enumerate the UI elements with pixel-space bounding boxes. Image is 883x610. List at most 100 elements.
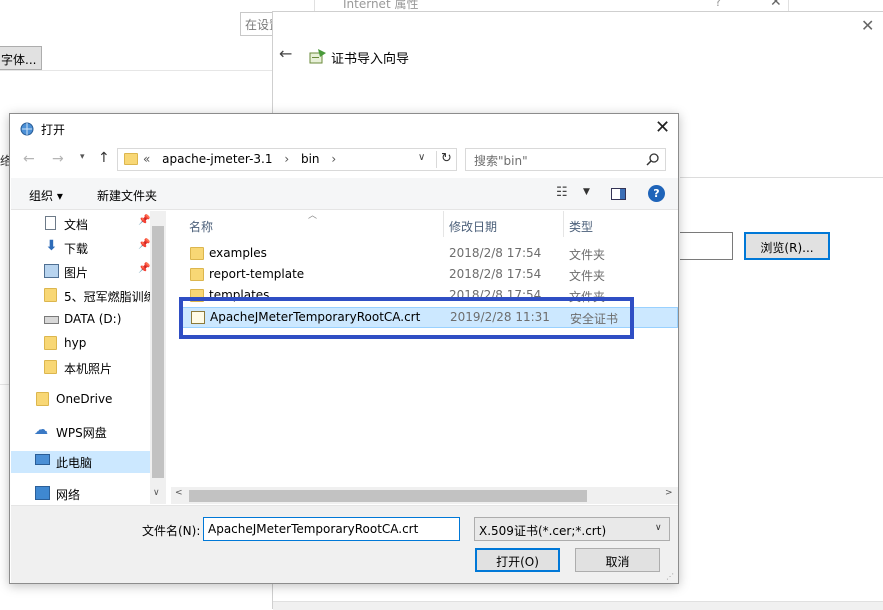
nav-item-wps-drive[interactable]: ☁ WPS网盘 [11, 421, 151, 443]
folder-icon [124, 153, 138, 165]
forward-arrow-icon[interactable]: → [52, 151, 64, 167]
resize-grip-icon[interactable]: ⋰ [666, 572, 674, 581]
pin-icon: 📌 [138, 239, 151, 250]
breadcrumb-separator-icon[interactable]: › [284, 152, 289, 166]
chevron-down-icon[interactable]: ∨ [153, 488, 160, 498]
breadcrumb-item[interactable]: bin [301, 152, 320, 166]
nav-item-documents[interactable]: 文档 📌 [11, 213, 151, 235]
nav-item-training-folder[interactable]: 5、冠军燃脂训练 [11, 285, 151, 307]
highlight-annotation-box [179, 297, 634, 339]
dialog-app-icon [20, 122, 34, 136]
back-arrow-icon[interactable]: ← [23, 151, 35, 167]
dialog-toolbar: 组织 ▾ 新建文件夹 ☷ ▼ ? [11, 178, 678, 210]
navigation-pane: 文档 📌 ⬇ 下载 📌 图片 📌 5、冠军燃脂训练 DATA (D:) hyp … [11, 211, 166, 504]
chevron-right-icon[interactable]: > [665, 488, 673, 498]
column-header-name[interactable]: 名称 [189, 218, 213, 235]
close-icon[interactable]: ✕ [655, 117, 670, 138]
file-type: 文件夹 [569, 248, 606, 262]
file-date: 2018/2/8 17:54 [449, 267, 542, 281]
column-header-date[interactable]: 修改日期 [449, 218, 497, 235]
breadcrumb: « apache-jmeter-3.1 › bin › [143, 152, 344, 166]
chevron-down-icon[interactable]: ▼ [583, 187, 590, 197]
pin-icon: 📌 [138, 263, 151, 274]
nav-item-label: 网络 [56, 488, 81, 502]
nav-item-local-photos[interactable]: 本机照片 [11, 357, 151, 379]
drive-icon [44, 316, 59, 324]
file-name: report-template [209, 267, 305, 281]
address-bar[interactable]: « apache-jmeter-3.1 › bin › ∨ ↻ [117, 148, 457, 171]
recent-locations-dropdown-icon[interactable]: ▾ [80, 152, 85, 162]
folder-icon [190, 247, 204, 260]
download-icon: ⬇ [45, 238, 58, 254]
file-type: 文件夹 [569, 269, 606, 283]
nav-item-label: 文档 [64, 218, 89, 232]
nav-item-downloads[interactable]: ⬇ 下载 📌 [11, 237, 151, 259]
open-file-dialog: 打开 ✕ ← → ▾ ↑ « apache-jmeter-3.1 › bin ›… [9, 113, 679, 584]
view-options-icon[interactable]: ☷ [556, 185, 568, 200]
column-divider[interactable] [563, 211, 564, 237]
nav-item-label: hyp [64, 336, 87, 350]
breadcrumb-overflow[interactable]: « [143, 152, 150, 166]
pin-icon: 📌 [138, 215, 151, 226]
back-arrow-icon[interactable]: ← [279, 44, 292, 63]
dialog-title: 打开 [41, 123, 66, 137]
nav-item-hyp[interactable]: hyp [11, 333, 151, 355]
nav-item-pictures[interactable]: 图片 📌 [11, 261, 151, 283]
search-icon [646, 153, 659, 166]
divider [680, 177, 883, 178]
nav-scrollbar-thumb[interactable] [152, 226, 164, 478]
help-button[interactable]: ? [715, 0, 721, 9]
breadcrumb-item[interactable]: apache-jmeter-3.1 [162, 152, 272, 166]
computer-icon [35, 454, 50, 465]
search-placeholder: 搜索"bin" [474, 154, 528, 168]
file-path-input[interactable] [680, 232, 733, 260]
nav-item-this-pc[interactable]: 此电脑 [11, 451, 151, 473]
cancel-button[interactable]: 取消 [575, 548, 660, 572]
help-icon[interactable]: ? [648, 185, 665, 202]
close-icon[interactable]: ✕ [770, 0, 782, 10]
horizontal-scrollbar-thumb[interactable] [189, 490, 587, 502]
column-divider[interactable] [443, 211, 444, 237]
filename-input[interactable]: ApacheJMeterTemporaryRootCA.crt ▼ [203, 517, 460, 541]
chevron-down-icon[interactable]: ∨ [418, 152, 425, 163]
file-list: ︿ 名称 修改日期 类型 examples 2018/2/8 17:54 文件夹… [170, 211, 678, 504]
file-row[interactable]: examples 2018/2/8 17:54 文件夹 [180, 244, 678, 265]
file-date: 2018/2/8 17:54 [449, 246, 542, 260]
column-header-type[interactable]: 类型 [569, 218, 593, 235]
sort-ascending-icon: ︿ [308, 211, 318, 221]
cloud-icon: ☁ [34, 422, 48, 438]
search-input[interactable]: 搜索"bin" [465, 148, 666, 171]
open-button[interactable]: 打开(O) [475, 548, 560, 572]
wizard-title: 证书导入向导 [331, 52, 410, 67]
nav-item-label: DATA (D:) [64, 312, 122, 326]
nav-item-network[interactable]: 网络 [11, 483, 151, 505]
nav-item-label: OneDrive [56, 392, 113, 406]
file-type-filter-select[interactable]: X.509证书(*.cer;*.crt) ∨ [474, 517, 670, 541]
chevron-left-icon[interactable]: < [175, 488, 183, 498]
folder-icon [44, 336, 57, 350]
document-icon [45, 216, 56, 230]
preview-pane-icon[interactable] [611, 188, 626, 200]
close-icon[interactable]: ✕ [861, 16, 874, 35]
folder-icon [44, 288, 57, 302]
certificate-wizard-icon [309, 49, 326, 64]
font-button[interactable]: 字体... [0, 46, 42, 70]
file-row[interactable]: report-template 2018/2/8 17:54 文件夹 [180, 265, 678, 286]
breadcrumb-separator-icon[interactable]: › [331, 152, 336, 166]
nav-item-data-drive[interactable]: DATA (D:) [11, 309, 151, 331]
network-icon [35, 486, 50, 500]
browse-button[interactable]: 浏览(R)... [744, 232, 830, 260]
organize-menu-button[interactable]: 组织 ▾ [29, 187, 63, 204]
nav-item-label: 下载 [64, 242, 89, 256]
new-folder-button[interactable]: 新建文件夹 [97, 187, 157, 204]
horizontal-scrollbar[interactable]: < > [171, 487, 678, 504]
folder-icon [190, 268, 204, 281]
folder-icon [36, 392, 49, 406]
nav-item-onedrive[interactable]: OneDrive [11, 389, 151, 411]
pictures-icon [44, 264, 59, 278]
chevron-down-icon[interactable]: ∨ [655, 523, 662, 533]
refresh-icon[interactable]: ↻ [436, 151, 456, 168]
nav-item-label: 5、冠军燃脂训练 [64, 290, 151, 304]
file-name: examples [209, 246, 267, 260]
up-arrow-icon[interactable]: ↑ [98, 150, 110, 166]
